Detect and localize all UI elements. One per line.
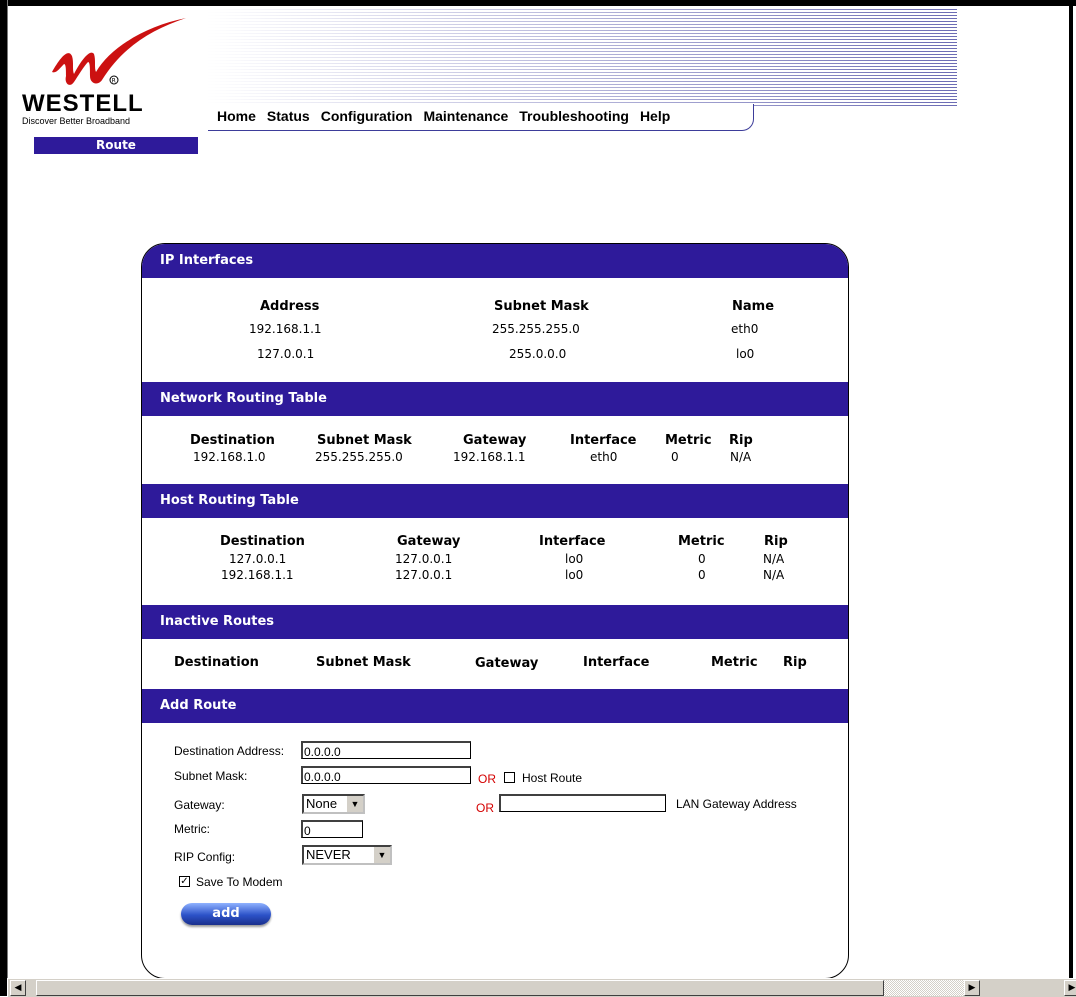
table-cell: eth0 [731, 322, 759, 336]
host-col-gateway: Gateway [397, 534, 461, 549]
logo-tagline: Discover Better Broadband [22, 116, 131, 126]
destination-address-label: Destination Address: [174, 744, 285, 758]
inactive-col-destination: Destination [174, 655, 259, 670]
table-cell: N/A [730, 450, 752, 464]
main-navigation: Home Status Configuration Maintenance Tr… [217, 108, 670, 124]
table-cell: eth0 [590, 450, 618, 464]
table-cell: 255.255.255.0 [315, 450, 403, 464]
or-label: OR [478, 772, 496, 786]
rip-config-selected-value: NEVER [306, 847, 351, 862]
inactive-col-subnet: Subnet Mask [316, 655, 411, 670]
save-to-modem-checkbox[interactable]: ✓ [179, 876, 190, 887]
metric-input[interactable]: 0 [301, 820, 363, 838]
table-cell: 0 [698, 552, 706, 566]
window-frame-left [0, 0, 7, 996]
ip-col-subnet: Subnet Mask [494, 299, 589, 314]
table-cell: 192.168.1.1 [221, 568, 294, 582]
ip-col-address: Address [260, 299, 320, 314]
table-cell: 255.0.0.0 [509, 347, 567, 361]
net-col-interface: Interface [570, 433, 637, 448]
page-title-badge: Route [34, 137, 198, 154]
table-cell: 192.168.1.1 [453, 450, 526, 464]
table-cell: 192.168.1.1 [249, 322, 322, 336]
host-col-interface: Interface [539, 534, 606, 549]
scroll-left-arrow-icon[interactable]: ◀ [10, 980, 26, 996]
nav-configuration[interactable]: Configuration [321, 108, 413, 124]
table-cell: 127.0.0.1 [395, 568, 453, 582]
or-label: OR [476, 801, 494, 815]
gateway-label: Gateway: [174, 798, 225, 812]
table-cell: 255.255.255.0 [492, 322, 580, 336]
table-cell: lo0 [565, 552, 584, 566]
inactive-col-metric: Metric [711, 655, 758, 670]
ip-col-name: Name [732, 299, 775, 314]
nav-home[interactable]: Home [217, 108, 256, 124]
table-cell: 127.0.0.1 [395, 552, 453, 566]
rip-config-label: RIP Config: [174, 850, 236, 864]
scrollbar-track[interactable] [884, 980, 964, 996]
scroll-right-arrow-icon[interactable]: ▶ [964, 980, 980, 996]
subnet-mask-input[interactable]: 0.0.0.0 [301, 766, 471, 784]
inactive-col-rip: Rip [783, 655, 807, 670]
net-col-gateway: Gateway [463, 433, 527, 448]
destination-address-input[interactable]: 0.0.0.0 [301, 741, 471, 759]
net-col-subnet: Subnet Mask [317, 433, 412, 448]
host-route-label: Host Route [522, 771, 583, 785]
net-col-metric: Metric [665, 433, 712, 448]
nav-status[interactable]: Status [267, 108, 310, 124]
host-col-rip: Rip [764, 534, 788, 549]
table-cell: N/A [763, 568, 785, 582]
lan-gateway-input[interactable] [499, 794, 666, 812]
table-cell: 0 [671, 450, 679, 464]
dropdown-arrow-icon: ▼ [346, 796, 363, 812]
host-routing-header: Host Routing Table [142, 484, 848, 518]
ip-interfaces-header: IP Interfaces [142, 244, 848, 278]
window-frame-right [1069, 6, 1073, 978]
table-cell: lo0 [565, 568, 584, 582]
nav-maintenance[interactable]: Maintenance [423, 108, 508, 124]
inactive-col-interface: Interface [583, 655, 650, 670]
table-cell: N/A [763, 552, 785, 566]
host-col-metric: Metric [678, 534, 725, 549]
scroll-right-arrow-icon[interactable]: ▶ [1064, 980, 1076, 996]
save-to-modem-label: Save To Modem [196, 875, 283, 889]
net-col-destination: Destination [190, 433, 275, 448]
window-frame-top [0, 0, 1076, 6]
table-cell: 127.0.0.1 [257, 347, 315, 361]
inactive-routes-header: Inactive Routes [142, 605, 848, 639]
route-panel: IP Interfaces Address Subnet Mask Name 1… [141, 243, 849, 979]
host-col-destination: Destination [220, 534, 305, 549]
table-cell: 127.0.0.1 [229, 552, 287, 566]
westell-w-mark-icon: R [52, 18, 186, 85]
net-col-rip: Rip [729, 433, 753, 448]
table-cell: 192.168.1.0 [193, 450, 266, 464]
gateway-selected-value: None [306, 796, 338, 811]
table-cell: lo0 [736, 347, 755, 361]
header-stripes-decoration [207, 9, 957, 107]
westell-logo: R WESTELL Discover Better Broadband [20, 18, 195, 133]
horizontal-scrollbar[interactable]: ◀ ▶ ▶ [8, 978, 1076, 997]
nav-help[interactable]: Help [640, 108, 670, 124]
add-route-header: Add Route [142, 689, 848, 723]
lan-gateway-label: LAN Gateway Address [676, 797, 797, 811]
gateway-select[interactable]: None ▼ [302, 794, 365, 814]
nav-troubleshooting[interactable]: Troubleshooting [519, 108, 629, 124]
svg-text:R: R [112, 78, 116, 85]
rip-config-select[interactable]: NEVER ▼ [302, 845, 392, 865]
dropdown-arrow-icon: ▼ [373, 847, 390, 863]
logo-brand-text: WESTELL [22, 90, 144, 117]
metric-label: Metric: [174, 822, 210, 836]
host-route-checkbox[interactable] [504, 772, 515, 783]
add-button[interactable]: add [181, 903, 271, 925]
inactive-col-gateway: Gateway [475, 656, 539, 671]
table-cell: 0 [698, 568, 706, 582]
network-routing-header: Network Routing Table [142, 382, 848, 416]
window-frame-left-inner [7, 0, 8, 978]
subnet-mask-label: Subnet Mask: [174, 769, 248, 783]
scrollbar-thumb[interactable] [36, 980, 884, 996]
